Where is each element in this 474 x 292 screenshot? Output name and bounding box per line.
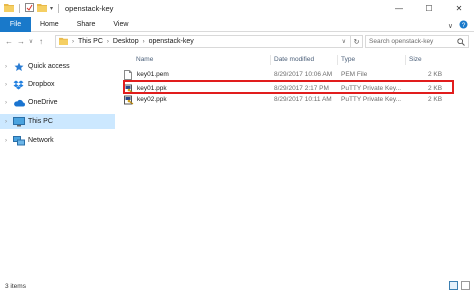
- chevron-right-icon[interactable]: ›: [0, 119, 12, 125]
- address-dropdown-icon[interactable]: ∨: [342, 38, 346, 45]
- breadcrumb-separator-icon: ›: [72, 38, 74, 45]
- maximize-button[interactable]: ☐: [414, 0, 444, 17]
- minimize-icon: —: [395, 4, 403, 13]
- file-type: PuTTY Private Key...: [341, 96, 402, 103]
- window-controls: — ☐ ✕: [384, 0, 474, 17]
- view-switcher: [449, 281, 470, 290]
- column-header-date-modified[interactable]: Date modified: [274, 53, 314, 65]
- recent-locations-button[interactable]: ∨: [27, 36, 35, 48]
- sidebar-item-onedrive[interactable]: › OneDrive: [0, 95, 115, 110]
- sidebar-item-label: Dropbox: [28, 81, 55, 88]
- tab-file[interactable]: File: [0, 16, 31, 32]
- column-divider[interactable]: [270, 55, 271, 65]
- file-size: 2 KB: [428, 85, 443, 92]
- breadcrumb-separator-icon: ›: [106, 38, 109, 45]
- large-icons-view-icon[interactable]: [461, 281, 470, 290]
- network-icon: [12, 135, 25, 146]
- computer-icon: [12, 116, 25, 127]
- folder-icon: [59, 37, 68, 47]
- properties-icon[interactable]: [25, 3, 34, 14]
- file-row-key01-pem[interactable]: key01.pem 8/29/2017 10:06 AM PEM File 2 …: [118, 69, 458, 80]
- window-title: openstack-key: [65, 4, 114, 13]
- toolbar-divider: [19, 4, 20, 13]
- folder-icon: [4, 3, 14, 14]
- sidebar-item-dropbox[interactable]: › Dropbox: [0, 77, 115, 92]
- breadcrumb-separator-icon: ›: [142, 38, 145, 45]
- expand-ribbon-icon[interactable]: ∨: [448, 22, 453, 30]
- tab-view[interactable]: View: [104, 21, 137, 28]
- navigation-pane: › Quick access › Dropbox › OneDrive › Th…: [0, 53, 115, 275]
- file-name: key01.pem: [137, 71, 169, 78]
- help-icon[interactable]: ?: [459, 20, 468, 31]
- putty-key-icon: [124, 94, 134, 105]
- file-size: 2 KB: [428, 71, 443, 78]
- column-divider[interactable]: [337, 55, 338, 65]
- search-icon: [457, 38, 465, 48]
- file-size: 2 KB: [428, 96, 443, 103]
- file-row-key01-ppk[interactable]: key01.ppk 8/29/2017 2:17 PM PuTTY Privat…: [118, 83, 458, 94]
- svg-text:?: ?: [462, 22, 466, 29]
- tab-home[interactable]: Home: [31, 21, 68, 28]
- sidebar-item-label: Network: [28, 137, 54, 144]
- file-date: 8/29/2017 10:11 AM: [274, 96, 332, 103]
- address-row: ← → ∨ ↑ › This PC › Desktop › openstack-…: [0, 33, 474, 50]
- breadcrumb-this-pc[interactable]: This PC: [78, 38, 103, 45]
- status-bar: 3 items: [0, 280, 474, 292]
- close-button[interactable]: ✕: [444, 0, 474, 17]
- refresh-icon: ↻: [353, 38, 360, 46]
- chevron-right-icon[interactable]: ›: [0, 82, 12, 88]
- file-type: PuTTY Private Key...: [341, 85, 402, 92]
- file-row-key02-ppk[interactable]: key02.ppk 8/29/2017 10:11 AM PuTTY Priva…: [118, 94, 458, 105]
- chevron-right-icon[interactable]: ›: [0, 64, 12, 70]
- arrow-left-icon: ←: [5, 37, 13, 46]
- column-header-name[interactable]: Name: [136, 53, 153, 65]
- chevron-down-icon: ∨: [28, 39, 34, 45]
- arrow-up-icon: ↑: [39, 37, 43, 46]
- close-icon: ✕: [455, 4, 463, 13]
- putty-key-icon: [124, 83, 134, 94]
- breadcrumb-desktop[interactable]: Desktop: [113, 38, 139, 45]
- sidebar-item-this-pc[interactable]: › This PC: [0, 114, 115, 129]
- chevron-right-icon[interactable]: ›: [0, 100, 12, 106]
- ribbon-controls: ∨ ?: [448, 20, 468, 31]
- address-bar[interactable]: › This PC › Desktop › openstack-key ∨: [55, 35, 351, 48]
- sidebar-item-network[interactable]: › Network: [0, 133, 115, 148]
- file-date: 8/29/2017 10:06 AM: [274, 71, 333, 78]
- search-placeholder: Search openstack-key: [369, 38, 434, 45]
- file-date: 8/29/2017 2:17 PM: [274, 85, 329, 92]
- refresh-button[interactable]: ↻: [351, 35, 363, 48]
- search-input[interactable]: Search openstack-key: [365, 35, 469, 48]
- minimize-button[interactable]: —: [384, 0, 414, 17]
- cloud-icon: [12, 97, 25, 108]
- sidebar-item-label: OneDrive: [28, 99, 58, 106]
- sidebar-item-label: This PC: [28, 118, 53, 125]
- arrow-right-icon: →: [17, 37, 25, 46]
- title-bar: ▾ openstack-key — ☐ ✕: [0, 0, 474, 17]
- details-view-icon[interactable]: [449, 281, 458, 290]
- quick-access-toolbar: ▾: [0, 3, 61, 14]
- column-divider[interactable]: [405, 55, 406, 65]
- ribbon-tabs: File Home Share View ∨ ?: [0, 16, 474, 32]
- forward-button[interactable]: →: [15, 36, 27, 48]
- column-header-type[interactable]: Type: [341, 53, 355, 65]
- sidebar-item-label: Quick access: [28, 63, 70, 70]
- dropbox-icon: [12, 79, 25, 90]
- sidebar-item-quick-access[interactable]: › Quick access: [0, 59, 115, 74]
- item-count: 3 items: [5, 282, 26, 290]
- new-folder-icon[interactable]: [37, 3, 47, 14]
- file-type: PEM File: [341, 71, 368, 78]
- breadcrumb-openstack-key[interactable]: openstack-key: [149, 38, 194, 45]
- column-header-size[interactable]: Size: [409, 53, 422, 65]
- up-button[interactable]: ↑: [35, 36, 47, 48]
- back-button[interactable]: ←: [3, 36, 15, 48]
- star-icon: [12, 61, 25, 72]
- chevron-right-icon[interactable]: ›: [0, 138, 12, 144]
- maximize-icon: ☐: [425, 4, 433, 13]
- document-icon: [124, 69, 132, 80]
- customize-toolbar-icon[interactable]: ▾: [50, 5, 53, 12]
- tab-share[interactable]: Share: [68, 21, 105, 28]
- file-name: key02.ppk: [137, 96, 167, 103]
- file-name: key01.ppk: [137, 85, 167, 92]
- toolbar-divider: [58, 4, 60, 13]
